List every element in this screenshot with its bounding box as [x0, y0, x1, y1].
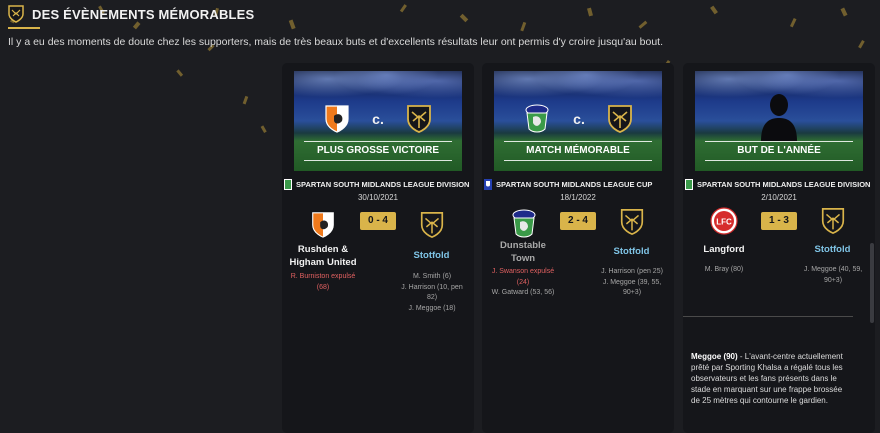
club-crest-icon: [8, 5, 24, 23]
banner-title: MATCH MÉMORABLE: [526, 145, 630, 156]
home-team-logo-icon: LFC: [710, 207, 738, 235]
event-card-biggest-win[interactable]: c. PLUS GROSSE VICTOIRE SPARTAN SOUTH MI…: [282, 63, 474, 433]
home-events: R. Burniston expulsé (68): [282, 272, 364, 293]
away-team-logo-icon: [620, 209, 644, 236]
card-scrollbar[interactable]: [870, 243, 874, 323]
banner-title: BUT DE L'ANNÉE: [737, 145, 821, 156]
match-score: 1 - 3: [761, 212, 797, 230]
match-date: 30/10/2021: [357, 193, 399, 202]
event-line: J. Meggoe (40, 59,: [803, 266, 863, 273]
away-team-logo-icon: [420, 212, 444, 239]
away-events: J. Meggoe (40, 59, 90+3): [793, 265, 873, 286]
competition-row: SPARTAN SOUTH MIDLANDS LEAGUE CUP: [484, 179, 672, 190]
match-score: 2 - 4: [560, 212, 596, 230]
home-team-logo-icon: [312, 212, 334, 238]
versus-label: c.: [573, 111, 585, 127]
home-events: J. Swanson expulsé (24) W. Gatward (53, …: [482, 267, 564, 299]
away-team-name[interactable]: Stotfold: [795, 243, 870, 256]
event-card-memorable-match[interactable]: c. MATCH MÉMORABLE SPARTAN SOUTH MIDLAND…: [482, 63, 674, 433]
section-title: DES ÉVÈNEMENTS MÉMORABLES: [32, 6, 255, 22]
competition-name: SPARTAN SOUTH MIDLANDS LEAGUE CUP: [496, 180, 653, 189]
away-team-name[interactable]: Stotfold: [594, 245, 669, 258]
event-line: J. Meggoe (18): [408, 304, 456, 312]
description-divider: [683, 316, 853, 317]
event-line: M. Bray (80): [704, 266, 744, 273]
stotfold-logo-icon: [607, 105, 632, 133]
match-date: 2/10/2021: [761, 193, 797, 202]
section-intro: Il y a eu des moments de doute chez les …: [8, 36, 664, 48]
competition-name: SPARTAN SOUTH MIDLANDS LEAGUE DIVISION: [296, 180, 470, 189]
card-banner: c. PLUS GROSSE VICTOIRE: [294, 71, 462, 171]
competition-name: SPARTAN SOUTH MIDLANDS LEAGUE DIVISION: [697, 180, 871, 189]
player-silhouette-icon: [761, 94, 797, 141]
home-team-name[interactable]: Rushden & Higham United: [286, 243, 360, 269]
versus-label: c.: [372, 111, 384, 127]
away-team-logo-icon: [821, 208, 845, 235]
event-line: J. Harrison (10, pen: [401, 283, 463, 291]
competition-icon: [284, 179, 292, 190]
card-banner: c. MATCH MÉMORABLE: [494, 71, 662, 171]
event-line: 90+3): [823, 276, 843, 284]
event-line: 90+3): [622, 289, 642, 296]
banner-title: PLUS GROSSE VICTOIRE: [316, 145, 440, 156]
section-header: DES ÉVÈNEMENTS MÉMORABLES: [8, 5, 254, 23]
home-team-name[interactable]: Dunstable Town: [488, 239, 558, 265]
home-logo-text: LFC: [716, 218, 732, 227]
dunstable-logo-icon: [525, 104, 549, 133]
event-line: (24): [516, 278, 530, 286]
event-line: R. Burniston expulsé: [290, 273, 356, 280]
event-line: M. Smith (6): [412, 273, 452, 280]
goal-description: Meggoe (90) - L'avant-centre actuellemen…: [691, 351, 851, 406]
rushden-logo-icon: [325, 105, 349, 133]
competition-icon: [685, 179, 693, 190]
away-events: M. Smith (6) J. Harrison (10, pen 82) J.…: [392, 272, 472, 314]
away-team-name[interactable]: Stotfold: [394, 249, 469, 262]
home-events: M. Bray (80): [683, 265, 765, 276]
match-date: 18/1/2022: [560, 193, 596, 202]
home-team-name[interactable]: Langford: [687, 243, 761, 256]
goal-scorer: Meggoe (90): [691, 352, 738, 361]
event-line: J. Harrison (pen 25): [601, 268, 663, 275]
event-line: (68): [316, 283, 330, 291]
title-underline: [8, 27, 40, 29]
card-banner: BUT DE L'ANNÉE: [695, 71, 863, 171]
event-card-goal-of-the-year[interactable]: BUT DE L'ANNÉE SPARTAN SOUTH MIDLANDS LE…: [683, 63, 875, 433]
event-line: J. Swanson expulsé: [491, 268, 555, 275]
stotfold-logo-icon: [406, 105, 431, 133]
competition-row: SPARTAN SOUTH MIDLANDS LEAGUE DIVISION: [284, 179, 472, 190]
cup-competition-icon: [484, 179, 492, 190]
away-events: J. Harrison (pen 25) J. Meggoe (39, 55, …: [592, 267, 672, 299]
home-team-logo-icon: [512, 209, 536, 238]
event-line: J. Meggoe (39, 55,: [602, 278, 662, 286]
match-score: 0 - 4: [360, 212, 396, 230]
event-line: 82): [426, 294, 438, 301]
competition-row: SPARTAN SOUTH MIDLANDS LEAGUE DIVISION: [685, 179, 873, 190]
event-line: W. Gatward (53, 56): [491, 289, 555, 296]
